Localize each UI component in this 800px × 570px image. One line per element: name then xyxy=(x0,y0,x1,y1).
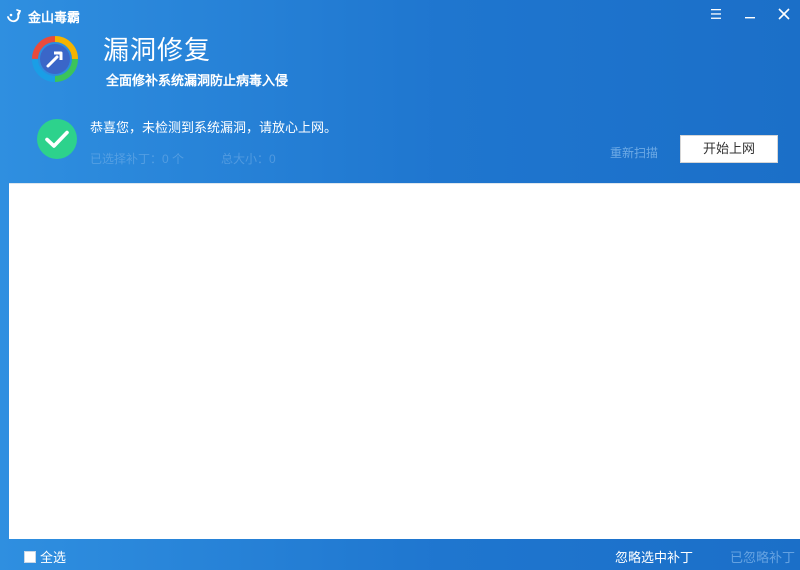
total-size: 总大小：0 xyxy=(221,152,276,166)
selected-patches-count: 已选择补丁：0 个 xyxy=(90,152,185,166)
app-window: 金山毒霸 漏洞修复 全面修补系统漏洞防止病毒入侵 恭喜您，未检测到系统漏洞，请放… xyxy=(0,0,800,570)
patch-list-panel xyxy=(9,183,800,539)
page-subtitle: 全面修补系统漏洞防止病毒入侵 xyxy=(106,73,289,88)
select-all-toggle[interactable]: 全选 xyxy=(24,547,66,566)
menu-icon[interactable] xyxy=(708,6,724,22)
page-title: 漏洞修复 xyxy=(103,35,212,65)
window-controls xyxy=(708,6,792,22)
app-title: 金山毒霸 xyxy=(28,9,81,25)
vulnerability-repair-icon xyxy=(32,36,78,82)
ignore-selected-patches-link[interactable]: 忽略选中补丁 xyxy=(615,547,693,566)
ignored-patches-link[interactable]: 已忽略补丁 xyxy=(730,547,795,566)
select-all-label: 全选 xyxy=(40,550,67,565)
minimize-icon[interactable] xyxy=(742,6,758,22)
app-brand: 金山毒霸 xyxy=(6,6,80,26)
success-check-icon xyxy=(37,119,77,159)
select-all-checkbox[interactable] xyxy=(24,550,36,563)
footer-bar: 全选 忽略选中补丁 已忽略补丁 xyxy=(0,539,800,570)
start-browsing-button[interactable]: 开始上网 xyxy=(680,135,778,163)
close-icon[interactable] xyxy=(776,6,792,22)
kingsoft-logo-icon xyxy=(7,9,22,23)
scan-result-message: 恭喜您，未检测到系统漏洞，请放心上网。 xyxy=(90,120,338,135)
rescan-link[interactable]: 重新扫描 xyxy=(610,144,658,161)
title-bar: 金山毒霸 xyxy=(0,0,800,32)
